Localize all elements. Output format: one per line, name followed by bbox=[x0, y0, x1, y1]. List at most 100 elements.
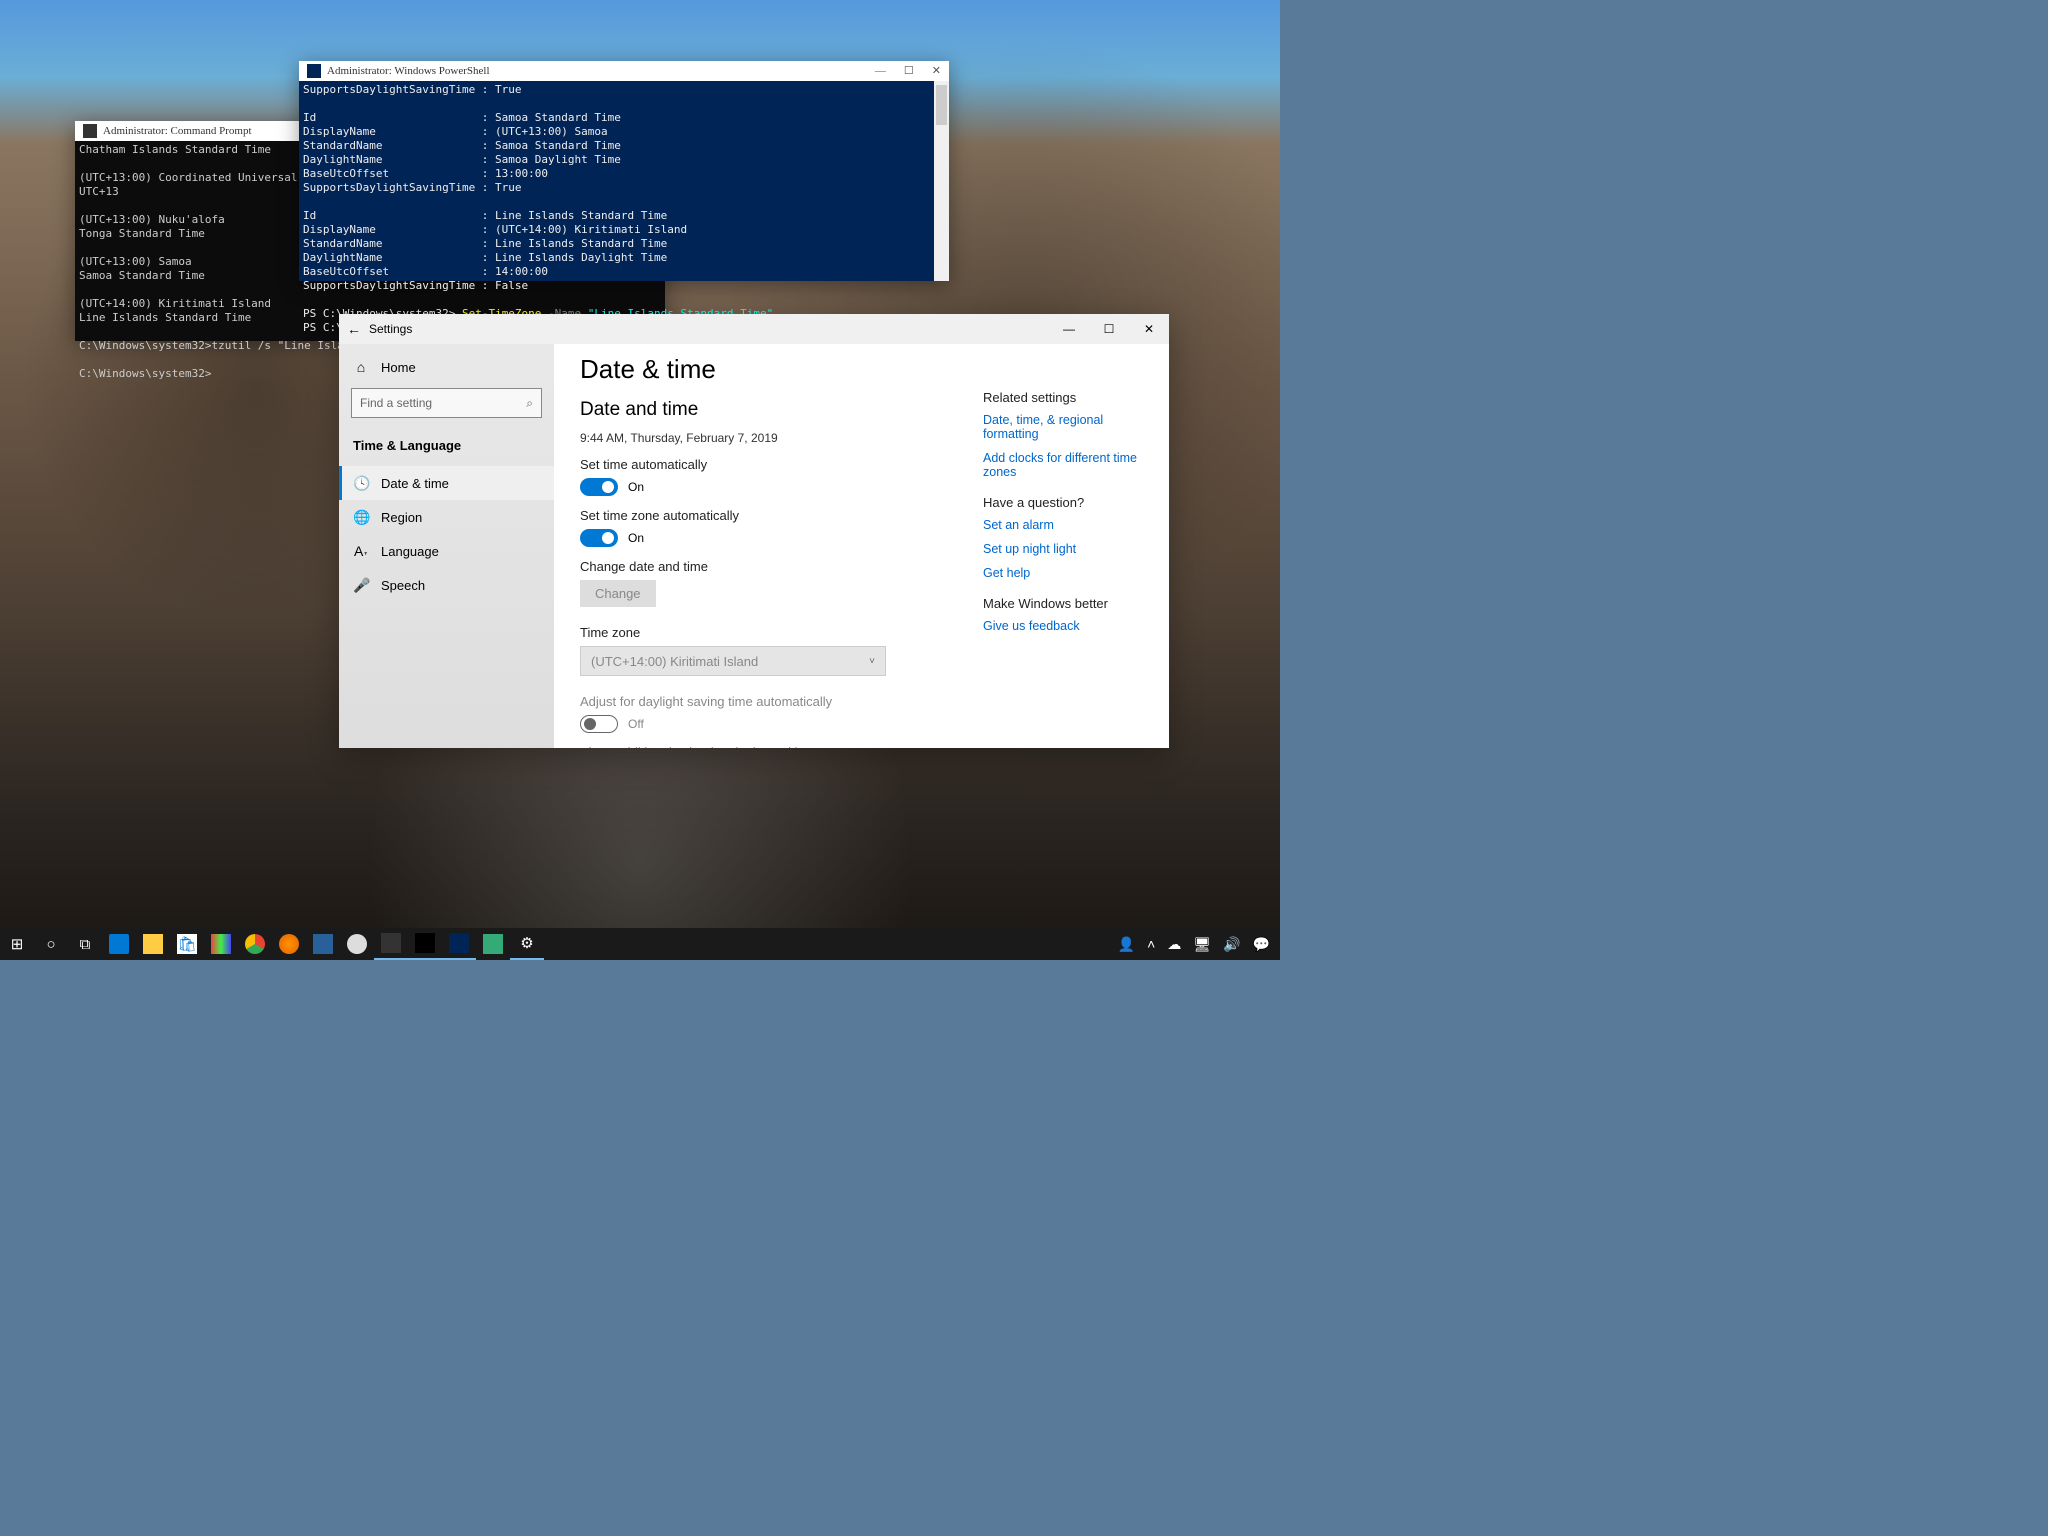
volume-icon[interactable]: 🔊 bbox=[1223, 936, 1240, 953]
settings-nav: ⌂ Home Find a setting ⌕ Time & Language … bbox=[339, 344, 554, 748]
back-button[interactable]: ← bbox=[339, 321, 369, 337]
chrome-icon bbox=[245, 934, 265, 954]
windows-icon: ⊞ bbox=[11, 935, 24, 953]
cmd-icon bbox=[83, 124, 97, 138]
timezone-select: (UTC+14:00) Kiritimati Island ˅ bbox=[580, 646, 886, 676]
action-center-icon[interactable]: 💬 bbox=[1253, 936, 1270, 953]
store-icon: 🛍 bbox=[177, 934, 197, 954]
auto-tz-label: Set time zone automatically bbox=[580, 508, 943, 523]
settings-titlebar[interactable]: ← Settings — ☐ ✕ bbox=[339, 314, 1169, 344]
folder-icon bbox=[143, 934, 163, 954]
ps-titlebar[interactable]: Administrator: Windows PowerShell — ☐ ✕ bbox=[299, 61, 949, 81]
link-get-help[interactable]: Get help bbox=[983, 566, 1155, 580]
nav-speech[interactable]: 🎤 Speech bbox=[339, 568, 554, 602]
close-icon[interactable]: ✕ bbox=[932, 64, 941, 78]
photos-icon bbox=[313, 934, 333, 954]
auto-time-toggle[interactable]: On bbox=[580, 478, 943, 496]
question-heading: Have a question? bbox=[983, 495, 1155, 510]
nav-date-time[interactable]: 🕓 Date & time bbox=[339, 466, 554, 500]
taskbar[interactable]: ⊞ ○ ⧉ 🛍 ⚙ 👤 ˄ ☁ 🖥 🔊 💬 bbox=[0, 928, 1280, 960]
gear-icon: ⚙ bbox=[520, 934, 533, 952]
tb-app2[interactable] bbox=[476, 928, 510, 960]
clock-icon bbox=[347, 934, 367, 954]
onedrive-icon[interactable]: ☁ bbox=[1167, 936, 1181, 953]
scrollbar-thumb[interactable] bbox=[936, 85, 947, 125]
tb-photos[interactable] bbox=[306, 928, 340, 960]
nav-section-header: Time & Language bbox=[339, 428, 554, 462]
terminal-icon bbox=[381, 933, 401, 953]
ps-title: Administrator: Windows PowerShell bbox=[327, 64, 490, 78]
app-icon bbox=[483, 934, 503, 954]
link-set-alarm[interactable]: Set an alarm bbox=[983, 518, 1155, 532]
tb-explorer[interactable] bbox=[136, 928, 170, 960]
tb-store[interactable]: 🛍 bbox=[170, 928, 204, 960]
tb-clock[interactable] bbox=[340, 928, 374, 960]
link-add-clocks[interactable]: Add clocks for different time zones bbox=[983, 451, 1155, 479]
system-tray[interactable]: 👤 ˄ ☁ 🖥 🔊 💬 bbox=[1108, 936, 1280, 953]
nav-home[interactable]: ⌂ Home bbox=[339, 350, 554, 384]
maximize-button[interactable]: ☐ bbox=[1089, 314, 1129, 344]
settings-window-controls: — ☐ ✕ bbox=[1049, 314, 1169, 344]
change-button: Change bbox=[580, 580, 656, 607]
link-regional-formatting[interactable]: Date, time, & regional formatting bbox=[983, 413, 1155, 441]
cortana-button[interactable]: ○ bbox=[34, 928, 68, 960]
nav-language[interactable]: A˕ Language bbox=[339, 534, 554, 568]
ps-window-controls: — ☐ ✕ bbox=[875, 64, 941, 78]
tray-chevron-icon[interactable]: ˄ bbox=[1147, 936, 1155, 952]
tb-terminal[interactable] bbox=[374, 928, 408, 960]
minimize-button[interactable]: — bbox=[1049, 314, 1089, 344]
firefox-icon bbox=[279, 934, 299, 954]
settings-sidebar-right: Related settings Date, time, & regional … bbox=[969, 344, 1169, 748]
edge-icon bbox=[109, 934, 129, 954]
maximize-icon[interactable]: ☐ bbox=[904, 64, 914, 78]
toggle-switch-on[interactable] bbox=[580, 478, 618, 496]
link-feedback[interactable]: Give us feedback bbox=[983, 619, 1155, 633]
ps-output[interactable]: SupportsDaylightSavingTime : True Id : S… bbox=[299, 81, 949, 337]
search-icon: ⌕ bbox=[526, 396, 533, 411]
tb-app[interactable] bbox=[204, 928, 238, 960]
ps-scrollbar[interactable] bbox=[934, 81, 949, 281]
auto-tz-toggle[interactable]: On bbox=[580, 529, 943, 547]
dst-toggle: Off bbox=[580, 715, 943, 733]
ps-icon bbox=[449, 933, 469, 953]
section-heading: Date and time bbox=[580, 399, 943, 421]
clock-icon: 🕓 bbox=[353, 475, 369, 492]
search-input[interactable]: Find a setting ⌕ bbox=[351, 388, 542, 418]
settings-title: Settings bbox=[369, 322, 412, 336]
addcal-label: Show additional calendars in the taskbar bbox=[580, 745, 943, 748]
tb-edge[interactable] bbox=[102, 928, 136, 960]
page-heading: Date & time bbox=[580, 354, 943, 385]
minimize-icon[interactable]: — bbox=[875, 64, 886, 78]
taskview-icon: ⧉ bbox=[80, 936, 91, 953]
start-button[interactable]: ⊞ bbox=[0, 928, 34, 960]
tb-cmd[interactable] bbox=[408, 928, 442, 960]
home-icon: ⌂ bbox=[353, 359, 369, 375]
timezone-label: Time zone bbox=[580, 625, 943, 640]
close-button[interactable]: ✕ bbox=[1129, 314, 1169, 344]
tb-settings[interactable]: ⚙ bbox=[510, 928, 544, 960]
powershell-window[interactable]: Administrator: Windows PowerShell — ☐ ✕ … bbox=[299, 61, 949, 281]
task-view-button[interactable]: ⧉ bbox=[68, 928, 102, 960]
people-icon[interactable]: 👤 bbox=[1118, 936, 1135, 953]
network-icon[interactable]: 🖥 bbox=[1193, 936, 1211, 953]
link-night-light[interactable]: Set up night light bbox=[983, 542, 1155, 556]
nav-region[interactable]: 🌐 Region bbox=[339, 500, 554, 534]
tb-powershell[interactable] bbox=[442, 928, 476, 960]
mic-icon: 🎤 bbox=[353, 577, 369, 594]
tb-chrome[interactable] bbox=[238, 928, 272, 960]
current-datetime: 9:44 AM, Thursday, February 7, 2019 bbox=[580, 431, 943, 445]
toggle-switch-off bbox=[580, 715, 618, 733]
cmd-title: Administrator: Command Prompt bbox=[103, 124, 252, 138]
dst-label: Adjust for daylight saving time automati… bbox=[580, 694, 943, 709]
change-date-label: Change date and time bbox=[580, 559, 943, 574]
tb-firefox[interactable] bbox=[272, 928, 306, 960]
settings-window[interactable]: ← Settings — ☐ ✕ ⌂ Home Find a setting ⌕… bbox=[339, 314, 1169, 748]
app-icon bbox=[211, 934, 231, 954]
related-heading: Related settings bbox=[983, 390, 1155, 405]
cmd-icon bbox=[415, 933, 435, 953]
better-heading: Make Windows better bbox=[983, 596, 1155, 611]
chevron-down-icon: ˅ bbox=[869, 656, 875, 667]
language-icon: A˕ bbox=[353, 543, 369, 559]
circle-icon: ○ bbox=[46, 936, 55, 953]
toggle-switch-on[interactable] bbox=[580, 529, 618, 547]
